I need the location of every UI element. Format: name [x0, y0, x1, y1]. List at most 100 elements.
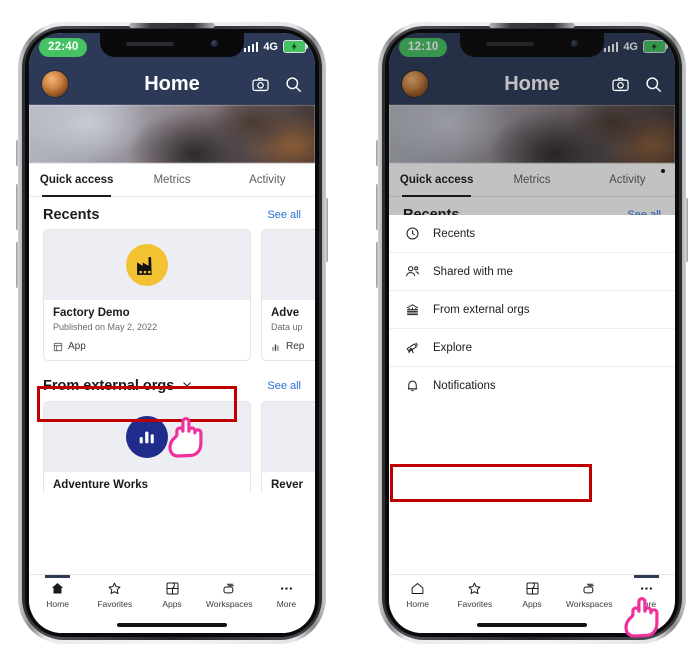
- volume-up-button[interactable]: [16, 184, 19, 230]
- home-icon: [50, 581, 65, 596]
- network-type-label: 4G: [263, 40, 278, 53]
- nav-item-label: Workspaces: [565, 599, 613, 609]
- tab-label: Metrics: [153, 173, 191, 186]
- search-icon[interactable]: [644, 75, 663, 94]
- hero-banner-image: [29, 105, 315, 163]
- sheet-item-label: From external orgs: [433, 303, 530, 316]
- header-actions: [251, 75, 303, 94]
- card-row-recents: Factory Demo Published on May 2, 2022 Ap…: [29, 229, 315, 361]
- nav-item-label: More: [276, 599, 297, 609]
- nav-item-more[interactable]: More: [258, 581, 315, 609]
- factory-icon: [126, 244, 168, 286]
- card-thumbnail: [262, 230, 315, 300]
- pointing-hand-cursor: [616, 592, 664, 645]
- tab-label: Quick access: [39, 173, 114, 186]
- content-card[interactable]: Factory Demo Published on May 2, 2022 Ap…: [43, 229, 251, 361]
- card-body: Factory Demo Published on May 2, 2022 Ap…: [44, 300, 250, 360]
- phone-screen-right: 12:10 4G Home Quick access Metrics Activ…: [389, 33, 675, 633]
- camera-icon[interactable]: [251, 75, 270, 94]
- nav-item-apps[interactable]: Apps: [143, 581, 200, 609]
- phone-right: 12:10 4G Home Quick access Metrics Activ…: [376, 22, 688, 645]
- phone-speaker: [129, 23, 215, 28]
- volume-down-button[interactable]: [16, 242, 19, 288]
- power-button[interactable]: [685, 198, 688, 262]
- card-subtitle: Published on May 2, 2022: [53, 322, 158, 332]
- tab-label: Activity: [249, 173, 286, 186]
- signal-bars-icon: [243, 41, 259, 52]
- card-title: Rever: [271, 479, 303, 491]
- nav-item-workspaces[interactable]: Workspaces: [201, 581, 258, 609]
- card-title: Adve: [271, 307, 300, 319]
- nav-item-favorites[interactable]: Favorites: [86, 581, 143, 609]
- highlight-box-sheet-from-external-orgs: [390, 464, 592, 502]
- volume-down-button[interactable]: [376, 242, 379, 288]
- status-indicators: 4G: [243, 40, 308, 53]
- nav-item-label: Workspaces: [205, 599, 253, 609]
- card-meta-label: App: [68, 341, 86, 352]
- home-indicator[interactable]: [117, 623, 227, 627]
- sheet-item-recents[interactable]: Recents: [389, 215, 675, 253]
- apps-icon: [525, 581, 540, 596]
- workspaces-icon: [222, 581, 237, 596]
- nav-item-home[interactable]: Home: [389, 581, 446, 609]
- telescope-icon: [405, 340, 420, 355]
- sheet-item-explore[interactable]: Explore: [389, 329, 675, 367]
- section-header-recents: Recents See all: [29, 197, 315, 229]
- sheet-item-label: Shared with me: [433, 265, 513, 278]
- sheet-item-shared-with-me[interactable]: Shared with me: [389, 253, 675, 291]
- tab-activity[interactable]: Activity: [220, 163, 315, 196]
- ellipsis-icon: [279, 581, 294, 596]
- status-clock: 22:40: [39, 38, 88, 57]
- phone-screen-left: 22:40 4G Home Quick access Metrics Activ…: [29, 33, 315, 633]
- camera-icon[interactable]: [611, 75, 630, 94]
- people-icon: [405, 264, 420, 279]
- app-header: Home: [29, 63, 315, 105]
- card-body: Adve Data up Rep: [262, 300, 315, 360]
- nav-item-label: Favorites: [97, 599, 133, 609]
- tab-quick-access[interactable]: Quick access: [29, 163, 124, 197]
- see-all-link[interactable]: See all: [267, 380, 301, 392]
- card-thumbnail: [44, 230, 250, 300]
- tab-bar: Quick access Metrics Activity: [29, 163, 315, 197]
- status-bar: 22:40 4G: [29, 33, 315, 63]
- front-camera-icon: [211, 40, 218, 47]
- star-icon: [107, 581, 122, 596]
- nav-item-favorites[interactable]: Favorites: [446, 581, 503, 609]
- clock-icon: [405, 226, 420, 241]
- nav-item-workspaces[interactable]: Workspaces: [561, 581, 618, 609]
- sheet-item-notifications[interactable]: Notifications: [389, 367, 675, 404]
- screenshot-root: 22:40 4G Home Quick access Metrics Activ…: [0, 0, 692, 662]
- mute-switch[interactable]: [376, 140, 379, 166]
- tab-metrics[interactable]: Metrics: [124, 163, 219, 196]
- phone-speaker: [489, 23, 575, 28]
- card-thumbnail: [262, 402, 315, 472]
- sheet-item-label: Notifications: [433, 379, 496, 392]
- nav-item-apps[interactable]: Apps: [503, 581, 560, 609]
- mute-switch[interactable]: [16, 140, 19, 166]
- workspaces-icon: [582, 581, 597, 596]
- battery-charging-icon: [283, 40, 308, 53]
- card-body: Rever Contos Rep: [262, 472, 315, 492]
- card-meta: App: [53, 341, 241, 352]
- content-card[interactable]: Adve Data up Rep: [261, 229, 315, 361]
- nav-item-label: Home: [406, 599, 429, 609]
- avatar[interactable]: [41, 70, 69, 98]
- card-meta-label: Rep: [286, 341, 305, 352]
- header-actions: [611, 75, 663, 94]
- pointing-hand-cursor: [160, 412, 208, 465]
- home-indicator[interactable]: [477, 623, 587, 627]
- content-card[interactable]: Rever Contos Rep: [261, 401, 315, 492]
- sheet-item-label: Recents: [433, 227, 476, 240]
- volume-up-button[interactable]: [376, 184, 379, 230]
- card-subtitle: Data up: [271, 322, 303, 332]
- see-all-link[interactable]: See all: [267, 209, 301, 221]
- more-bottom-sheet: Recents Shared with me From external org…: [389, 215, 675, 581]
- search-icon[interactable]: [284, 75, 303, 94]
- nav-item-label: Apps: [162, 599, 182, 609]
- sheet-item-label: Explore: [433, 341, 472, 354]
- card-meta: Rep: [271, 341, 315, 352]
- power-button[interactable]: [325, 198, 328, 262]
- nav-item-home[interactable]: Home: [29, 575, 86, 609]
- app-icon: [53, 342, 63, 352]
- sheet-item-from-external-orgs[interactable]: From external orgs: [389, 291, 675, 329]
